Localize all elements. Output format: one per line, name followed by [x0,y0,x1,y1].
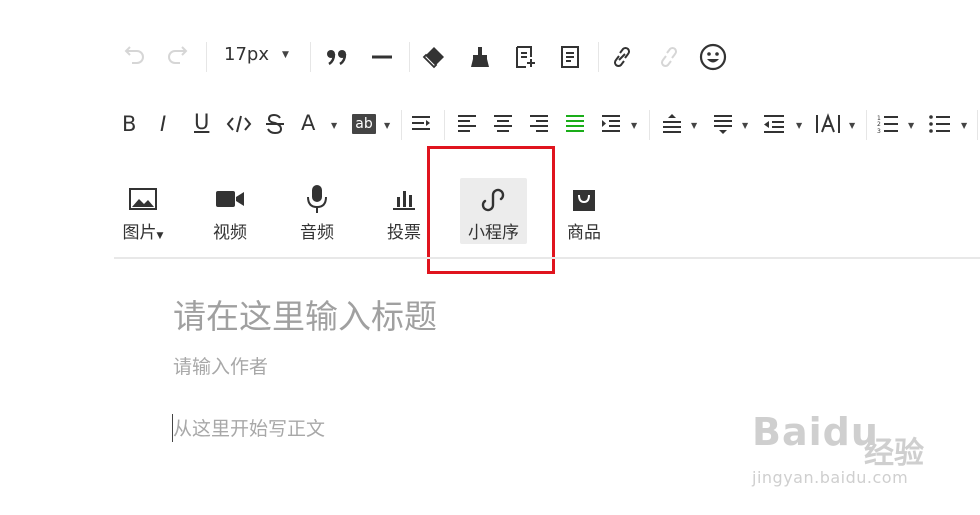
bullet-list-icon [929,115,950,133]
first-line-indent-button[interactable] [597,110,625,138]
chevron-down-icon: ▼ [796,121,803,130]
underline-button[interactable]: U [194,110,209,134]
chevron-down-icon: ▼ [384,121,391,130]
media-label: 图片 [122,223,157,243]
ordered-list-icon: 1 2 3 [877,115,898,135]
paragraph-spacing-after-button[interactable] [709,110,737,138]
code-icon [226,115,252,133]
media-label: 音频 [300,223,334,243]
chevron-down-icon: ▼ [849,121,856,130]
align-right-button[interactable] [525,110,553,138]
microphone-icon [307,185,327,213]
svg-text:3: 3 [877,128,881,135]
chevron-down-icon: ▼ [156,231,164,241]
background-color-button[interactable]: ab [348,111,380,137]
video-icon [216,191,244,207]
font-color-button[interactable]: A [301,111,315,135]
letter-spacing-icon [816,113,840,133]
watermark-brand-cn: 经验 [864,436,924,471]
chevron-down-icon: ▼ [331,121,338,130]
strikethrough-icon [266,113,284,135]
indent-icon [412,116,430,130]
separator [444,110,445,140]
spacing-after-icon [714,115,732,134]
toolbar-divider [114,257,980,259]
separator [649,110,650,140]
align-justify-icon [566,115,584,132]
line-height-button[interactable] [760,110,788,138]
align-center-icon [494,115,512,132]
media-video-button[interactable]: 视频 [195,178,265,244]
text-indent-icon [602,115,620,132]
chevron-down-icon: ▼ [742,121,749,130]
watermark-brand: Baidu [752,410,879,454]
code-button[interactable] [224,110,254,138]
title-input[interactable]: 请在这里输入标题 [173,290,437,338]
annotation-highlight-box [427,146,555,274]
chevron-down-icon: ▼ [908,121,915,130]
highlight-icon: ab [352,114,376,134]
ordered-list-button[interactable]: 1 2 3 [874,110,902,138]
image-icon [129,188,157,210]
media-image-button[interactable]: 图片▼ [108,178,178,244]
align-left-icon [458,115,476,132]
strikethrough-button[interactable] [261,110,289,138]
media-label: 视频 [213,223,247,243]
separator [866,110,867,140]
indent-button[interactable] [407,110,435,138]
body-editor[interactable]: 从这里开始写正文 [173,414,325,441]
media-audio-button[interactable]: 音频 [282,178,352,244]
svg-text:2: 2 [877,121,881,128]
bold-button[interactable]: B [122,112,136,136]
align-center-button[interactable] [489,110,517,138]
align-justify-button[interactable] [561,110,589,138]
poll-icon [393,191,415,210]
toolbar-row-2: B I U A ▼ ab ▼ ▼ ▼ ▼ ▼ ▼ 1 2 3 ▼ ▼ [0,0,980,160]
separator [401,110,402,140]
align-left-button[interactable] [453,110,481,138]
line-height-icon [764,115,784,133]
chevron-down-icon: ▼ [961,121,968,130]
separator [977,110,978,140]
paragraph-spacing-before-button[interactable] [658,110,686,138]
italic-button[interactable]: I [160,112,166,136]
chevron-down-icon: ▼ [691,121,698,130]
chevron-down-icon: ▼ [631,121,638,130]
baidu-watermark: Baidu 经验 jingyan.baidu.com [752,410,972,500]
media-product-button[interactable]: 商品 [549,178,619,244]
align-right-icon [530,115,548,132]
shopping-bag-icon [573,190,595,211]
media-label: 商品 [567,223,601,243]
watermark-url: jingyan.baidu.com [752,468,909,487]
author-input[interactable]: 请输入作者 [173,352,268,379]
spacing-before-icon [663,114,681,133]
letter-spacing-button[interactable] [813,110,843,138]
text-cursor [172,414,173,442]
unordered-list-button[interactable] [926,110,954,138]
